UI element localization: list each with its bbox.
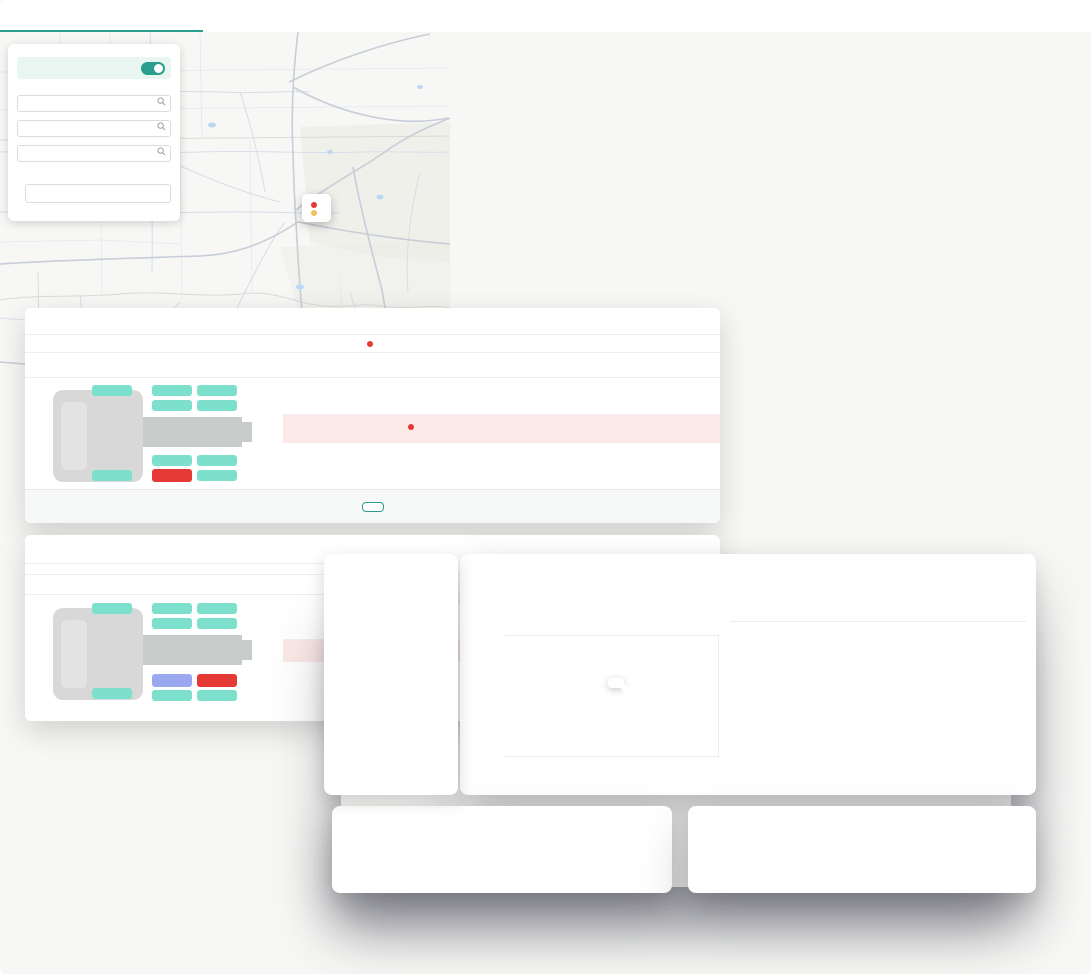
chart-tooltip xyxy=(608,678,624,688)
tire-right-front[interactable] xyxy=(92,470,132,481)
tire-models-card xyxy=(324,554,458,795)
psi-badge-critical[interactable] xyxy=(152,469,192,482)
critical-dot-icon xyxy=(367,341,373,347)
go-to-vehicle-details-button[interactable] xyxy=(362,502,384,512)
search-icon xyxy=(157,147,166,156)
tire-cost-analysis-card xyxy=(460,554,1036,795)
tire-left-front[interactable] xyxy=(92,385,132,396)
issues-toggle[interactable] xyxy=(141,62,165,75)
map-tabs xyxy=(0,0,1091,32)
tire-left-drive[interactable] xyxy=(152,385,192,396)
tire-right-drive[interactable] xyxy=(152,455,192,466)
issue-type-row xyxy=(17,184,171,203)
truck-chassis xyxy=(143,635,242,665)
tire-right-drive[interactable] xyxy=(152,690,192,701)
truck-hitch xyxy=(242,640,252,660)
critical-dot-icon xyxy=(408,424,414,430)
issues-table xyxy=(283,390,720,443)
cost-table xyxy=(730,612,1026,622)
tire-right-drive[interactable] xyxy=(197,690,237,701)
truck-diagram xyxy=(25,535,285,721)
tire-left-drive[interactable] xyxy=(197,603,237,614)
vehicle-card-2436 xyxy=(25,308,720,523)
issues-table-header xyxy=(283,390,720,415)
page xyxy=(0,0,1091,974)
filters-panel xyxy=(8,44,180,221)
tire-wear-insights-card xyxy=(332,806,672,893)
critical-dot-icon xyxy=(311,202,317,208)
truck-chassis xyxy=(143,417,242,447)
truck-cab xyxy=(53,390,143,482)
psi-badge-warning[interactable] xyxy=(152,674,192,687)
analytics-dashboard xyxy=(316,554,1036,895)
map-tooltip-okc xyxy=(302,194,331,222)
truck-hood xyxy=(61,620,87,688)
vehicle-card-footer xyxy=(25,489,720,523)
major-dot-icon xyxy=(311,210,317,216)
bar-chart-plot xyxy=(505,635,719,757)
tire-left-drive[interactable] xyxy=(152,618,192,629)
fleet-vehicle-id-input[interactable] xyxy=(17,95,171,112)
tire-right-front[interactable] xyxy=(92,688,132,699)
psi-badge-critical[interactable] xyxy=(197,674,237,687)
search-icon xyxy=(157,97,166,106)
tire-right-drive[interactable] xyxy=(197,455,237,466)
tire-left-drive[interactable] xyxy=(197,618,237,629)
issue-cell xyxy=(408,424,419,430)
tire-left-drive[interactable] xyxy=(197,385,237,396)
search-icon xyxy=(157,122,166,131)
cost-table-header xyxy=(730,612,1026,622)
issues-toggle-row xyxy=(17,57,171,79)
tire-right-drive[interactable] xyxy=(197,470,237,481)
truck-hood xyxy=(61,402,87,470)
vehicle-group-input[interactable] xyxy=(17,145,171,162)
fleet-name-input[interactable] xyxy=(17,120,171,137)
tire-recommendations-card xyxy=(688,806,1036,893)
tire-left-drive[interactable] xyxy=(197,400,237,411)
issue-row[interactable] xyxy=(283,415,720,443)
tire-left-drive[interactable] xyxy=(152,400,192,411)
tire-left-drive[interactable] xyxy=(152,603,192,614)
truck-cab xyxy=(53,608,143,700)
truck-hitch xyxy=(242,422,252,442)
tire-left-front[interactable] xyxy=(92,603,132,614)
issue-type-select[interactable] xyxy=(25,184,171,203)
